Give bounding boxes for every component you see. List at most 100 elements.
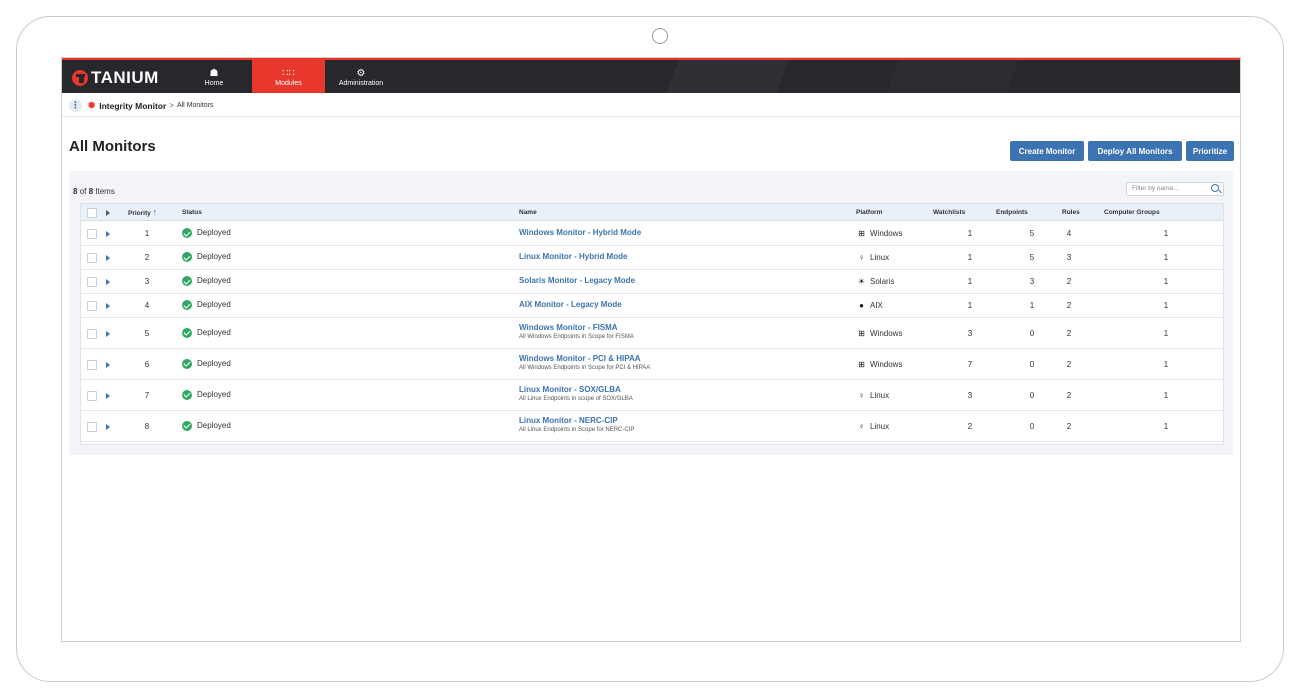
monitor-name-link[interactable]: Windows Monitor - Hybrid Mode <box>519 228 641 237</box>
breadcrumb-page: All Monitors <box>176 102 214 109</box>
nav-administration-label: Administration <box>338 80 384 87</box>
cell-name: Windows Monitor - FISMA All Windows Endpo… <box>519 323 634 340</box>
nav-home-label: Home <box>204 80 224 87</box>
cell-rules: 2 <box>1066 421 1072 431</box>
deploy-all-monitors-button[interactable]: Deploy All Monitors <box>1088 141 1182 161</box>
platform-label: Linux <box>870 390 890 400</box>
cell-platform: ♀ Linux <box>856 390 890 400</box>
table-row[interactable]: 2 Deployed Linux Monitor - Hybrid Mode ♀ Lin… <box>81 246 1223 270</box>
row-checkbox[interactable] <box>87 359 97 370</box>
expand-row-caret-icon[interactable] <box>106 255 110 261</box>
cell-watchlists: 2 <box>967 421 973 431</box>
tanium-logo-icon <box>72 70 88 86</box>
windows-icon: ⊞ <box>858 229 865 238</box>
camera-icon <box>652 28 668 44</box>
status-label: Deployed <box>197 276 231 286</box>
cell-endpoints: 0 <box>1029 328 1035 338</box>
monitor-name-link[interactable]: Windows Monitor - FISMA <box>519 323 634 332</box>
nav-home[interactable]: ☗ Home <box>194 60 234 93</box>
cell-watchlists: 7 <box>967 359 973 369</box>
cell-priority: 6 <box>144 359 150 369</box>
table-header: Priority ↑ Status Name Platform Watchlis… <box>81 204 1223 221</box>
header-endpoints[interactable]: Endpoints <box>996 204 1028 221</box>
windows-icon: ⊞ <box>858 359 865 369</box>
status-label: Deployed <box>197 300 231 310</box>
header-watchlists[interactable]: Watchlists <box>933 204 965 221</box>
table-row[interactable]: 6 Deployed Windows Monitor - PCI & HIPAA Al… <box>81 349 1223 380</box>
monitor-name-link[interactable]: Windows Monitor - PCI & HIPAA <box>519 354 650 363</box>
row-checkbox[interactable] <box>87 301 97 311</box>
platform-label: AIX <box>870 301 883 310</box>
prioritize-button[interactable]: Prioritize <box>1186 141 1234 161</box>
table-row[interactable]: 8 Deployed Linux Monitor - NERC-CIP All Lin… <box>81 411 1223 442</box>
header-status[interactable]: Status <box>182 204 202 221</box>
cell-platform: ⊞ Windows <box>856 229 902 238</box>
header-name[interactable]: Name <box>519 204 537 221</box>
cell-computer-groups: 1 <box>1163 421 1169 431</box>
kebab-menu-icon[interactable]: ⋮ <box>69 99 82 112</box>
nav-administration[interactable]: ⚙ Administration <box>332 60 390 93</box>
cell-computer-groups: 1 <box>1163 277 1169 286</box>
table-row[interactable]: 3 Deployed Solaris Monitor - Legacy Mode ☀ S… <box>81 270 1223 294</box>
cell-computer-groups: 1 <box>1163 359 1169 369</box>
cell-platform: ⊞ Windows <box>856 360 902 369</box>
expand-row-caret-icon[interactable] <box>106 330 110 337</box>
expand-row-caret-icon[interactable] <box>106 231 110 237</box>
expand-row-caret-icon[interactable] <box>106 303 110 309</box>
monitor-description: All Windows Endpoints in Scope for FISMA <box>519 334 634 340</box>
header-rules[interactable]: Rules <box>1062 204 1080 221</box>
filter-input[interactable]: Filter by name... <box>1126 182 1224 196</box>
tanium-logo[interactable]: TANIUM <box>72 68 159 88</box>
search-icon[interactable] <box>1211 184 1219 192</box>
header-computer-groups[interactable]: Computer Groups <box>1104 204 1160 221</box>
breadcrumb-module[interactable]: Integrity Monitor <box>99 101 166 111</box>
nav-modules-label: Modules <box>275 80 302 87</box>
nav-modules[interactable]: ∷∷ Modules <box>252 60 325 93</box>
expand-row-caret-icon[interactable] <box>106 361 110 368</box>
row-checkbox[interactable] <box>87 253 97 263</box>
page-title: All Monitors <box>69 138 156 155</box>
brand-name: TANIUM <box>91 68 159 87</box>
sort-ascending-icon: ↑ <box>152 207 158 217</box>
monitor-name-link[interactable]: Solaris Monitor - Legacy Mode <box>519 276 635 285</box>
row-checkbox[interactable] <box>87 421 97 432</box>
top-navigation: TANIUM ☗ Home ∷∷ Modules ⚙ Administratio… <box>62 58 1240 93</box>
cell-status: Deployed <box>182 228 231 238</box>
row-checkbox[interactable] <box>87 328 97 339</box>
table-row[interactable]: 4 Deployed AIX Monitor - Legacy Mode ● AIX 1 1… <box>81 294 1223 318</box>
cell-rules: 2 <box>1066 277 1072 286</box>
select-all-checkbox[interactable] <box>87 208 97 218</box>
create-monitor-button[interactable]: Create Monitor <box>1010 141 1084 161</box>
cell-priority: 5 <box>144 328 150 338</box>
row-checkbox[interactable] <box>87 277 97 287</box>
cell-platform: ☀ Solaris <box>856 277 895 286</box>
monitors-table: Priority ↑ Status Name Platform Watchlis… <box>80 203 1224 445</box>
row-checkbox[interactable] <box>87 229 97 239</box>
cell-endpoints: 3 <box>1029 277 1035 286</box>
cell-rules: 4 <box>1066 229 1072 238</box>
cell-priority: 4 <box>144 301 150 310</box>
cell-status: Deployed <box>182 300 231 310</box>
expand-all-caret-icon[interactable] <box>106 210 110 216</box>
cell-priority: 1 <box>144 229 150 238</box>
status-label: Deployed <box>197 389 231 399</box>
expand-row-caret-icon[interactable] <box>106 423 110 430</box>
table-row[interactable]: 5 Deployed Windows Monitor - FISMA All Wind… <box>81 318 1223 349</box>
monitor-name-link[interactable]: Linux Monitor - SOX/GLBA <box>519 385 633 394</box>
row-checkbox[interactable] <box>87 390 97 401</box>
header-priority-label: Priority <box>128 210 151 217</box>
expand-row-caret-icon[interactable] <box>106 279 110 285</box>
header-platform[interactable]: Platform <box>856 204 882 221</box>
cell-status: Deployed <box>182 276 231 286</box>
header-priority[interactable]: Priority ↑ <box>128 204 157 221</box>
table-row[interactable]: 7 Deployed Linux Monitor - SOX/GLBA All Lin… <box>81 380 1223 411</box>
deployed-check-icon <box>182 276 192 286</box>
monitor-name-link[interactable]: AIX Monitor - Legacy Mode <box>519 300 622 309</box>
table-row[interactable]: 1 Deployed Windows Monitor - Hybrid Mode ⊞ W… <box>81 222 1223 246</box>
expand-row-caret-icon[interactable] <box>106 392 110 399</box>
monitor-name-link[interactable]: Linux Monitor - NERC-CIP <box>519 416 634 425</box>
cell-name: Windows Monitor - Hybrid Mode <box>519 228 641 237</box>
cell-watchlists: 3 <box>967 328 973 338</box>
cell-priority: 8 <box>144 421 150 431</box>
monitor-name-link[interactable]: Linux Monitor - Hybrid Mode <box>519 252 627 261</box>
